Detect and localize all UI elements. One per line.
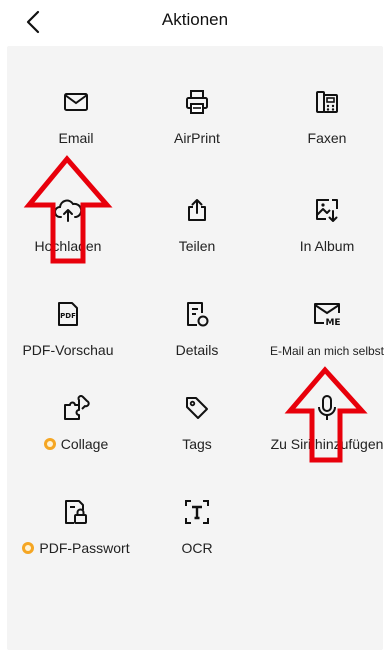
page-title: Aktionen: [161, 10, 229, 29]
premium-badge-icon: [43, 438, 56, 450]
envelope-icon: [61, 87, 91, 117]
action-pdf-vorschau[interactable]: PDF PDF-Vorschau: [13, 299, 123, 379]
share-icon: [182, 195, 212, 225]
cloud-upload-icon: [53, 195, 83, 225]
action-label: Teilen: [178, 238, 216, 254]
action-tags[interactable]: Tags: [142, 393, 252, 473]
action-hochladen[interactable]: Hochladen: [13, 195, 123, 275]
action-label: Zu Siri hinzufügen: [270, 436, 384, 452]
action-label: In Album: [299, 238, 355, 254]
ocr-text-icon: [182, 497, 212, 527]
locked-file-icon: [61, 497, 91, 527]
document-details-icon: [182, 299, 212, 329]
action-in-album[interactable]: In Album: [272, 195, 382, 275]
printer-icon: [182, 87, 212, 117]
svg-text:ME: ME: [325, 318, 340, 327]
puzzle-icon: [61, 393, 91, 423]
action-label: Faxen: [307, 130, 347, 146]
microphone-icon: [312, 393, 342, 423]
action-email[interactable]: Email: [21, 87, 131, 167]
action-label-text: PDF-Passwort: [39, 540, 130, 556]
action-airprint[interactable]: AirPrint: [142, 87, 252, 167]
premium-badge-icon: [22, 542, 35, 554]
pdf-file-icon: PDF: [53, 299, 83, 329]
action-label: Tags: [182, 436, 212, 452]
action-label: OCR: [181, 540, 213, 556]
action-faxen[interactable]: Faxen: [272, 87, 382, 167]
fax-icon: [312, 87, 342, 117]
action-details[interactable]: Details: [142, 299, 252, 379]
action-collage[interactable]: Collage: [21, 393, 131, 473]
action-label: AirPrint: [174, 130, 220, 146]
action-zu-siri[interactable]: Zu Siri hinzufügen: [271, 393, 383, 473]
action-label-text: Collage: [60, 436, 109, 452]
action-teilen[interactable]: Teilen: [142, 195, 252, 275]
svg-text:PDF: PDF: [60, 312, 76, 320]
tag-icon: [182, 393, 212, 423]
nav-bar: Aktionen: [0, 0, 390, 46]
action-ocr[interactable]: OCR: [142, 497, 252, 577]
image-download-icon: [312, 195, 342, 225]
action-label: E-Mail an mich selbst: [269, 344, 385, 358]
mail-me-icon: ME: [312, 299, 342, 329]
action-label: Details: [175, 342, 219, 358]
action-pdf-passwort[interactable]: PDF-Passwort: [21, 497, 131, 577]
action-email-an-mich[interactable]: ME E-Mail an mich selbst: [270, 299, 384, 379]
